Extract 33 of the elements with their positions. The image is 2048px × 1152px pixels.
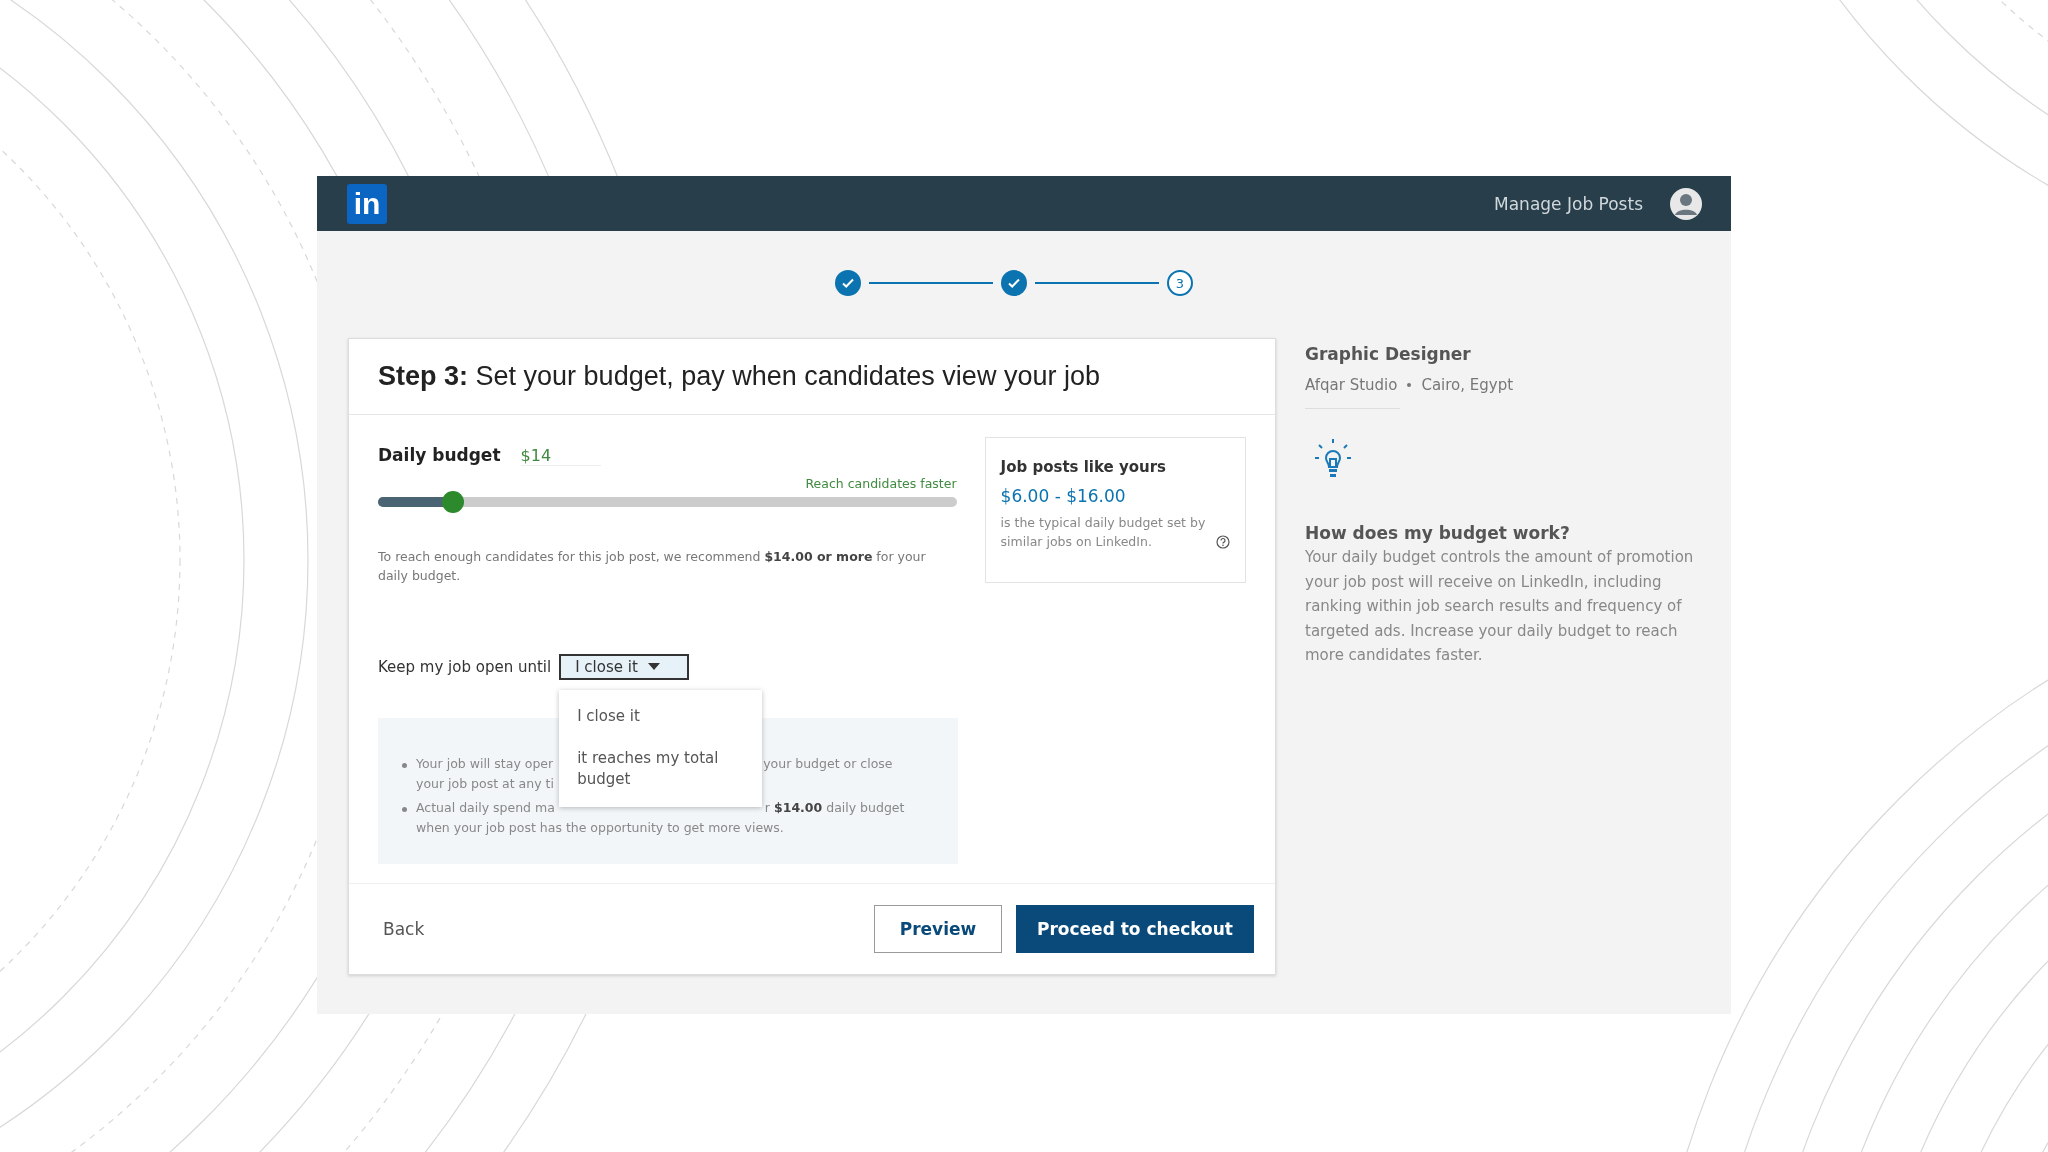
card-title: Step 3: Set your budget, pay when candidates view your job <box>349 339 1275 415</box>
budget-label: Daily budget <box>378 445 501 465</box>
slider-hint: Reach candidates faster <box>804 476 957 491</box>
dropdown-option[interactable]: it reaches my total budget <box>559 737 763 801</box>
info-text: r $14.00 daily budget <box>764 798 905 817</box>
checkout-button[interactable]: Proceed to checkout <box>1016 905 1254 953</box>
recommendation-text: To reach enough candidates for this job post, we recommend $14.00 or more for your daily budget. <box>378 548 927 586</box>
company-name: Afqar Studio <box>1305 376 1398 394</box>
nav-link[interactable]: Manage Job Posts <box>1494 193 1643 214</box>
help-icon[interactable] <box>1215 534 1230 549</box>
job-title: Graphic Designer <box>1305 344 1472 364</box>
benchmark-title: Job posts like yours <box>1000 458 1168 476</box>
info-text: your job post at any ti <box>416 774 554 793</box>
info-text: when your job post has the opportunity to get more views. <box>416 818 784 837</box>
job-location: Cairo, Egypt <box>1421 376 1514 394</box>
help-text: Your daily budget controls the amount of promotion your job post will receive on LinkedIn, including ranking within job search results and frequency of targeted ads. Increase your daily budget to reach more candidates faster. <box>1305 547 1695 666</box>
help-heading: How does my budget work? <box>1305 523 1571 543</box>
budget-slider[interactable] <box>378 491 957 513</box>
benchmark-caption: is the typical daily budget set by similar jobs on LinkedIn. <box>1000 514 1207 551</box>
budget-range: $6.00 - $16.00 <box>1000 486 1127 506</box>
logo[interactable]: in <box>347 183 387 224</box>
budget-amount[interactable]: $14 <box>520 446 602 466</box>
keep-open-label: Keep my job open until <box>378 657 552 676</box>
info-text: Actual daily spend ma <box>416 798 555 817</box>
step-number: 3 <box>1167 270 1193 296</box>
dropdown-option[interactable]: I close it <box>559 695 763 738</box>
info-text: your budget or close <box>763 754 893 773</box>
info-text: Your job will stay oper <box>416 754 554 773</box>
caret-icon <box>647 662 660 671</box>
duration-dropdown[interactable]: I close it <box>559 653 690 680</box>
back-button[interactable]: Back <box>369 909 439 949</box>
avatar-icon[interactable] <box>1669 186 1703 221</box>
preview-button[interactable]: Preview <box>874 905 1002 953</box>
